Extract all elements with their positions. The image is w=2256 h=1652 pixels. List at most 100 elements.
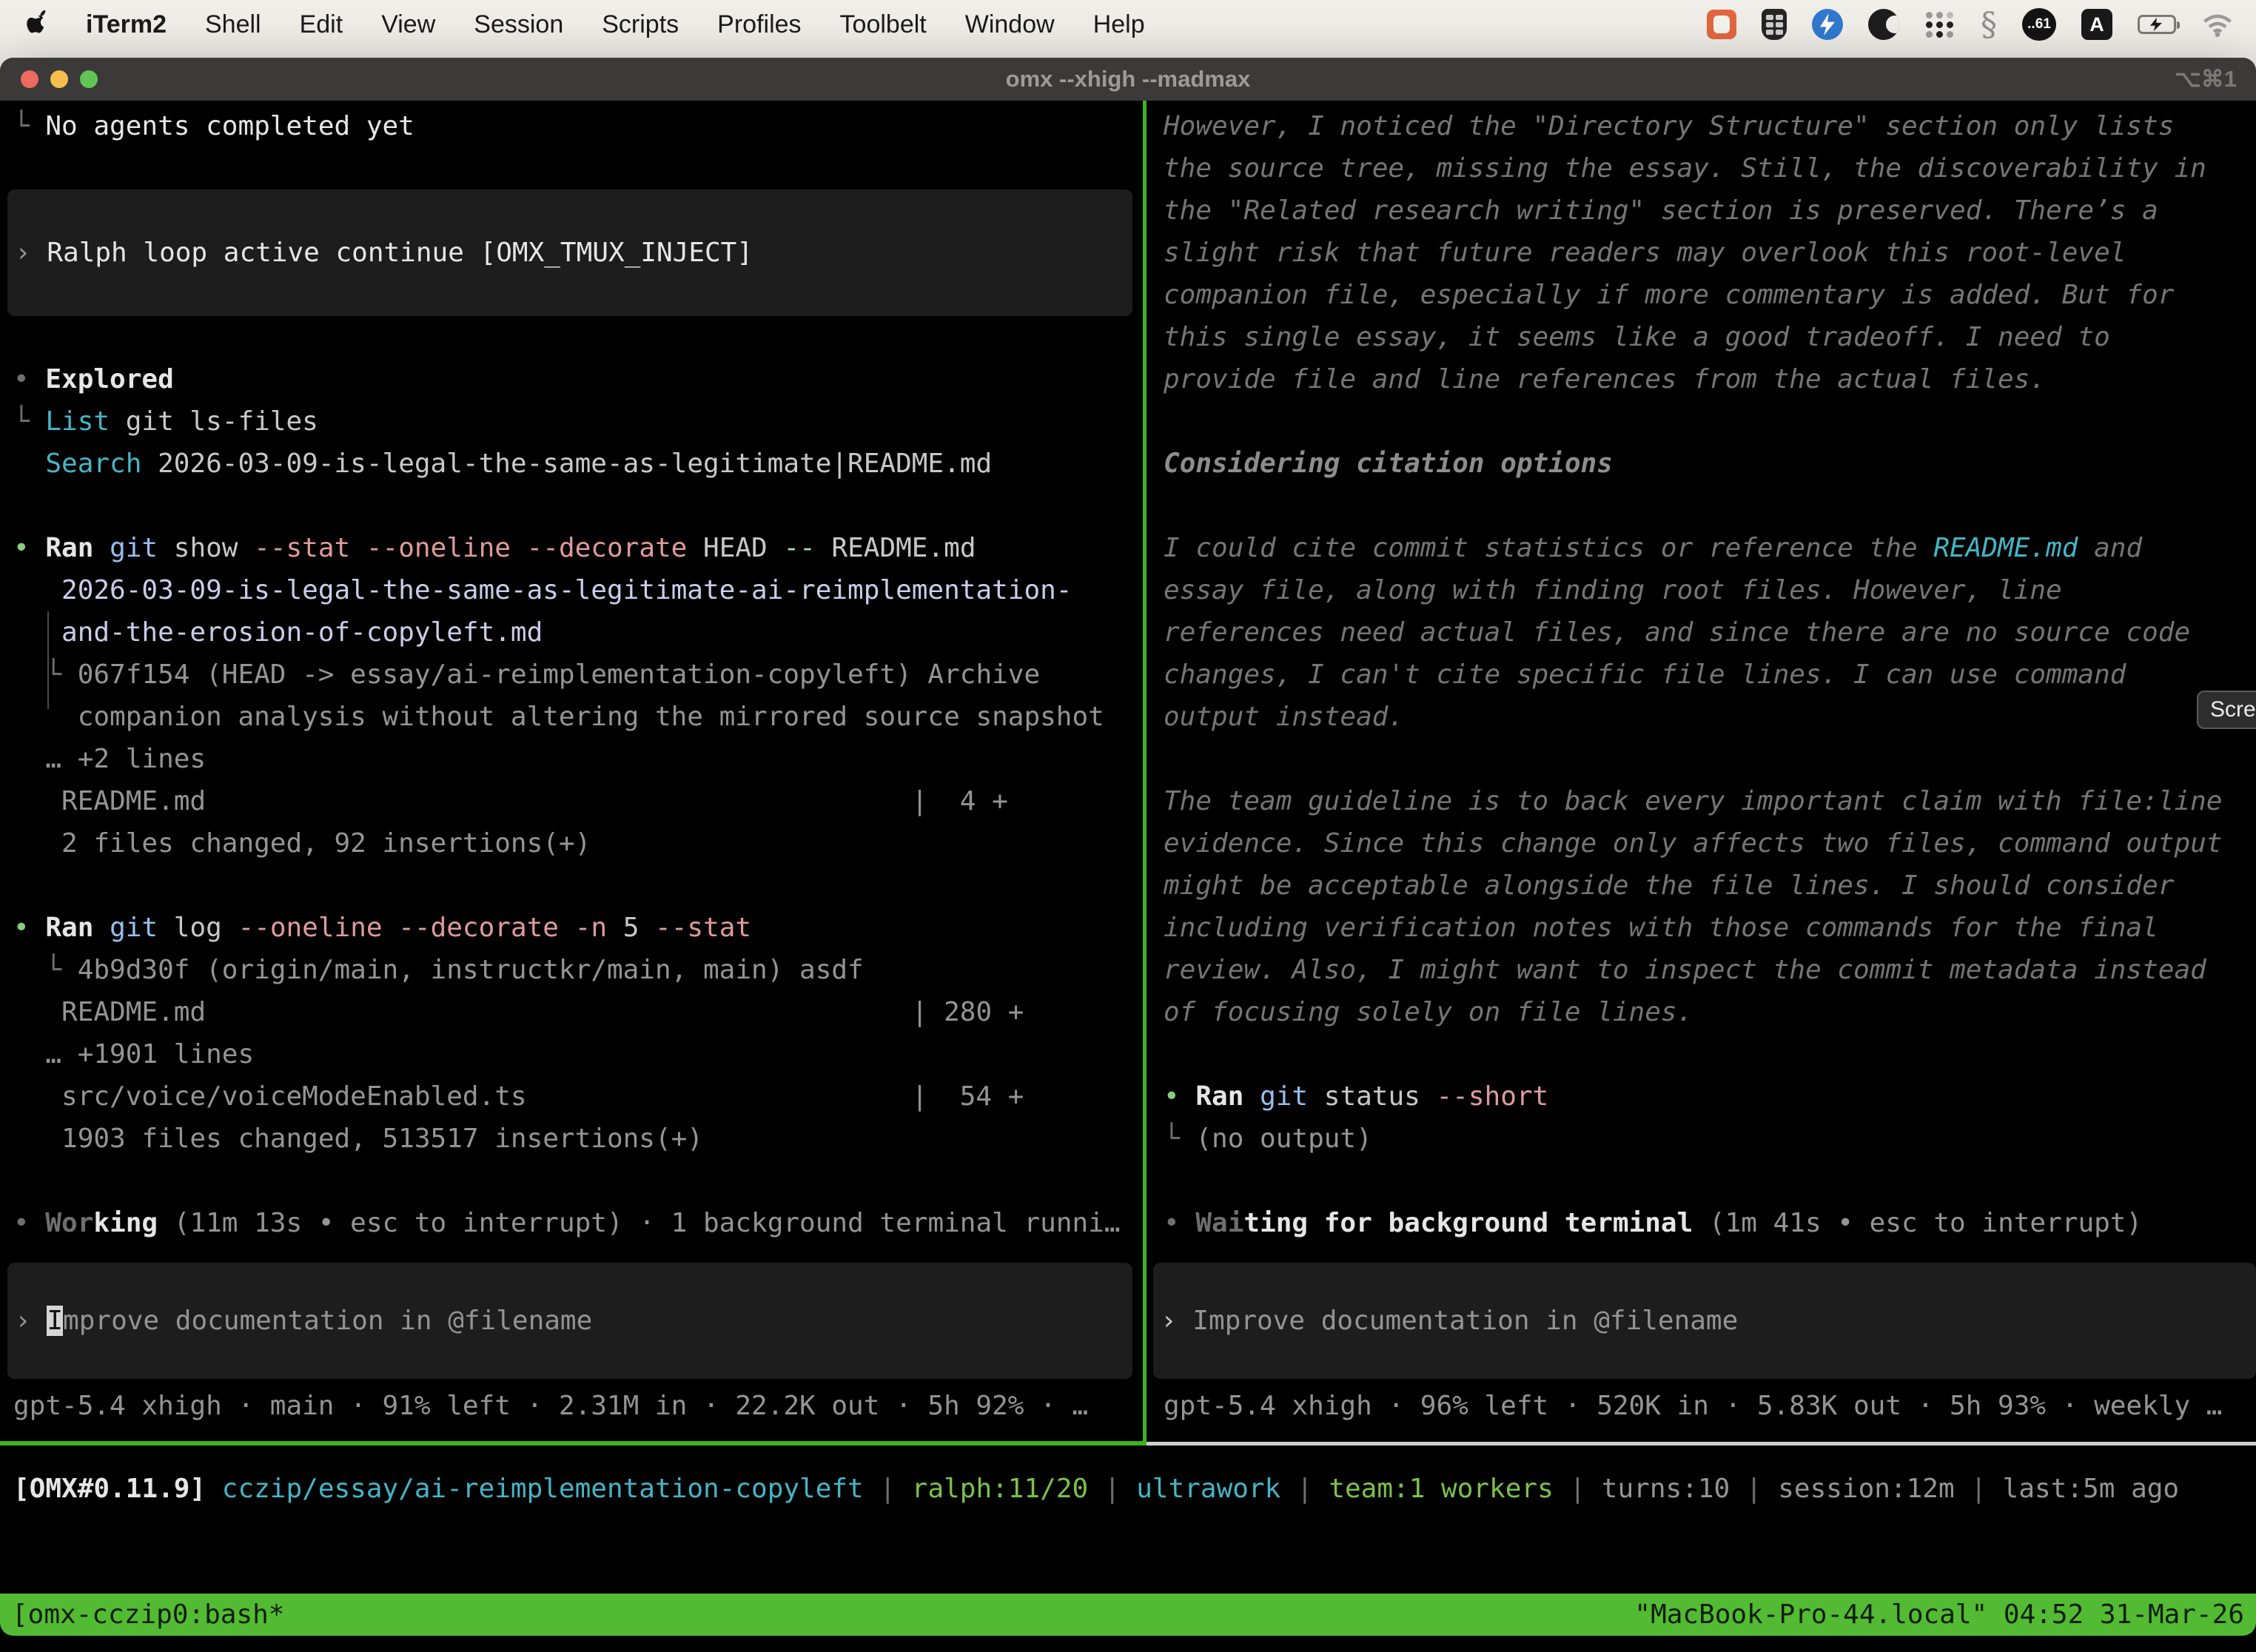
explored-header-line: • Explored	[13, 358, 1143, 400]
pie-cutout	[1886, 16, 1899, 33]
text-segment: last:5m ago	[2003, 1474, 2179, 1504]
screenshot-indicator[interactable]	[1707, 10, 1736, 39]
screenshot-indicator-inner	[1713, 16, 1730, 33]
text-segment: No agents completed yet	[45, 111, 414, 141]
text-segment: companion analysis without altering the …	[78, 702, 1104, 732]
waiting-status-line: • Waiting for background terminal (1m 41…	[1164, 1202, 2256, 1244]
text-segment: | 54 +	[912, 1081, 1024, 1112]
menu-item-session[interactable]: Session	[474, 10, 563, 39]
menu-item-shell[interactable]: Shell	[205, 10, 261, 39]
keyboard-a-icon[interactable]: A	[2081, 9, 2112, 40]
text-segment: ralph:11/20	[912, 1474, 1088, 1504]
text-segment: might be acceptable alongside the file l…	[1164, 870, 2174, 901]
text-segment: └	[13, 111, 45, 141]
text-segment: cczip/essay/ai-reimplementation-copyleft	[222, 1474, 864, 1504]
tmux-status-bar: [omx-cczip0:bash* "MacBook-Pro-44.local"…	[0, 1594, 2256, 1636]
text-segment: -n	[575, 913, 607, 943]
text-segment: (1m 41s • esc to interrupt)	[1693, 1208, 2142, 1238]
text-segment: provide file and line references from th…	[1164, 364, 2046, 394]
usage-61-badge[interactable]: ..61	[2022, 8, 2056, 41]
text-segment: Ran	[45, 533, 93, 563]
text-segment: I	[47, 1306, 63, 1336]
text-segment	[1243, 1081, 1260, 1112]
menu-bar: iTerm2 Shell Edit View Session Scripts P…	[0, 0, 2256, 49]
text-segment: of focusing solely on file lines.	[1164, 997, 1693, 1027]
right-model-status-line: gpt-5.4 xhigh · 96% left · 520K in · 5.8…	[1164, 1385, 2256, 1427]
explored-list-line: └ List git ls-files	[13, 400, 1143, 443]
reasoning-heading: Considering citation options	[1164, 443, 2256, 485]
text-segment: git	[1260, 1081, 1308, 1112]
right-pane[interactable]: However, I noticed the "Directory Struct…	[1147, 101, 2256, 1446]
git-show-output-line-3: … +2 lines	[13, 738, 1143, 780]
text-segment	[13, 702, 78, 732]
text-segment: | 280 +	[912, 997, 1024, 1027]
terminal-area: └ No agents completed yet › Ralph loop a…	[0, 101, 2256, 1446]
left-prompt-text: › Improve documentation in @filename	[15, 1300, 592, 1342]
text-segment: the source tree, missing the essay. Stil…	[1164, 153, 2206, 184]
git-log-output-line-3: … +1901 lines	[13, 1033, 1143, 1075]
menu-item-window[interactable]: Window	[965, 10, 1055, 39]
text-segment: --stat	[655, 913, 751, 943]
apple-menu-icon[interactable]	[27, 8, 56, 41]
shield-grid-icon[interactable]	[1762, 9, 1787, 40]
text-segment: the "Related research writing" section i…	[1164, 195, 2158, 226]
menu-item-toolbelt[interactable]: Toolbelt	[840, 10, 927, 39]
text-segment	[206, 786, 912, 816]
git-show-output-line-2: companion analysis without altering the …	[13, 696, 1143, 738]
ralph-injected-prompt-box[interactable]: › Ralph loop active continue [OMX_TMUX_I…	[7, 189, 1132, 316]
text-segment: •	[13, 913, 45, 943]
git-status-output-line: └ (no output)	[1164, 1118, 2256, 1160]
ralph-injected-prompt: › Ralph loop active continue [OMX_TMUX_I…	[15, 232, 753, 274]
text-segment: status	[1308, 1081, 1436, 1112]
text-segment: git	[110, 533, 158, 563]
battery-icon[interactable]	[2138, 15, 2176, 34]
menu-item-app[interactable]: iTerm2	[86, 10, 167, 39]
right-prompt-input[interactable]: › Improve documentation in @filename	[1153, 1263, 2256, 1379]
menu-item-profiles[interactable]: Profiles	[717, 10, 801, 39]
squiggle-icon[interactable]: §	[1981, 6, 1997, 44]
text-segment: Search	[45, 449, 141, 479]
text-segment: | 4 +	[912, 786, 1008, 816]
text-segment: --oneline --decorate	[238, 913, 558, 943]
text-segment: Ralph loop active continue [OMX_TMUX_INJ…	[47, 238, 753, 268]
dots-grid-icon[interactable]	[1924, 9, 1955, 40]
screen-share-badge[interactable]: Scre	[2197, 691, 2256, 729]
text-segment: |	[1730, 1474, 1778, 1504]
text-segment: git ls-files	[110, 406, 318, 437]
left-pane[interactable]: └ No agents completed yet › Ralph loop a…	[0, 101, 1143, 1446]
text-segment: └	[13, 955, 78, 985]
text-segment: README.md	[13, 786, 206, 816]
text-segment	[13, 828, 61, 859]
text-segment: references need actual files, and since …	[1164, 617, 2190, 648]
git-show-command-line: • Ran git show --stat --oneline --decora…	[13, 527, 1143, 569]
omx-status-line: [OMX#0.11.9] cczip/essay/ai-reimplementa…	[13, 1468, 2256, 1510]
text-segment: gpt-5.4 xhigh · 96% left · 520K in · 5.8…	[1164, 1391, 2222, 1421]
text-segment: git	[110, 913, 158, 943]
wifi-icon[interactable]	[2201, 13, 2234, 37]
window-titlebar[interactable]: omx --xhigh --madmax ⌥⌘1	[0, 58, 2256, 101]
menu-status-icons: § ..61 A	[1707, 6, 2256, 44]
text-segment: Wor	[45, 1208, 93, 1238]
screen: iTerm2 Shell Edit View Session Scripts P…	[0, 0, 2256, 1652]
text-segment: └	[13, 406, 45, 437]
menu-item-edit[interactable]: Edit	[300, 10, 343, 39]
text-segment: review. Also, I might want to inspect th…	[1164, 955, 2206, 985]
text-segment: |	[1088, 1474, 1136, 1504]
text-segment	[13, 1039, 45, 1070]
text-segment: |	[1955, 1474, 2003, 1504]
text-segment: ultrawork	[1136, 1474, 1280, 1504]
pie-icon[interactable]	[1868, 9, 1899, 40]
text-segment: evidence. Since this change only affects…	[1164, 828, 2222, 859]
text-segment: •	[13, 1208, 45, 1238]
explored-search-line: Search 2026-03-09-is-legal-the-same-as-l…	[13, 443, 1143, 485]
tmux-window-name[interactable]: [omx-cczip0:bash*	[12, 1599, 284, 1630]
text-segment	[13, 1124, 61, 1154]
left-prompt-input[interactable]: › Improve documentation in @filename	[7, 1263, 1132, 1379]
text-segment: Ran	[45, 913, 93, 943]
agents-note-line: └ No agents completed yet	[13, 105, 1143, 147]
verified-badge-icon[interactable]	[1812, 9, 1843, 40]
text-segment: … +2 lines	[45, 744, 206, 774]
menu-item-view[interactable]: View	[381, 10, 435, 39]
menu-item-help[interactable]: Help	[1093, 10, 1145, 39]
menu-item-scripts[interactable]: Scripts	[602, 10, 679, 39]
